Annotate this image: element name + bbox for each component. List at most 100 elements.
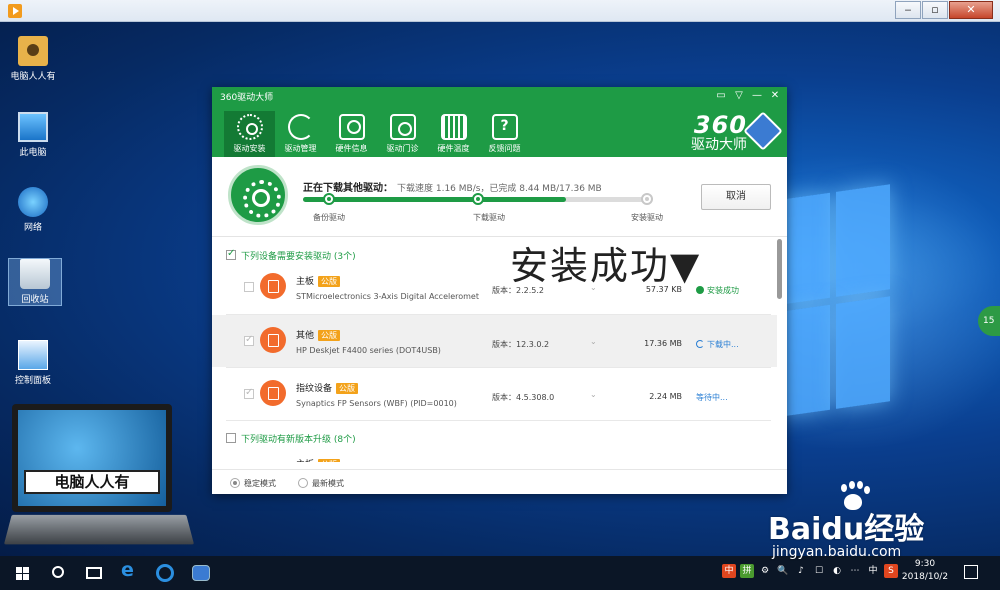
tray-pinyin-icon[interactable]: 拼 xyxy=(740,564,754,578)
driver-row[interactable]: 其他公版 HP Deskjet F4400 series (DOT4USB) 版… xyxy=(212,315,777,367)
loading-spinner-icon xyxy=(696,340,704,348)
progress-fill xyxy=(303,197,566,202)
player-maximize-button[interactable]: ▫ xyxy=(922,1,948,19)
driver-version: 版本：4.5.308.0 xyxy=(492,393,555,402)
tab-feedback[interactable]: 反馈问题 xyxy=(479,111,530,157)
driver-tag: 公版 xyxy=(318,459,341,462)
edge-browser-icon[interactable]: e xyxy=(121,559,141,581)
driver-status: 下载中... xyxy=(696,339,739,350)
tab-driver-manage[interactable]: 驱动管理 xyxy=(275,111,326,157)
driver-status: 等待中... xyxy=(696,393,728,402)
driver-tag: 公版 xyxy=(318,276,341,287)
task-view-icon[interactable] xyxy=(86,567,102,579)
fingerprint-icon xyxy=(260,380,286,406)
radio-dot[interactable] xyxy=(298,478,308,488)
tray-search-icon[interactable]: 🔍 xyxy=(776,564,790,578)
driver-row-partial[interactable]: 主板公版 xyxy=(212,451,777,462)
tab-driver-install[interactable]: 驱动安装 xyxy=(224,111,275,157)
driver-name: HP Deskjet F4400 series (DOT4USB) xyxy=(296,346,441,355)
tray-display-icon[interactable]: ☐ xyxy=(812,564,826,578)
search-icon[interactable] xyxy=(52,566,64,578)
watermark-url: jingyan.baidu.com xyxy=(772,544,902,560)
tab-label: 驱动门诊 xyxy=(386,144,419,153)
driver-master-taskbar-icon[interactable] xyxy=(192,565,210,581)
app-window-controls: ▭ ▽ — ✕ xyxy=(715,90,781,101)
driver-category: 指纹设备 公版 xyxy=(296,381,359,394)
menu-dropdown-icon[interactable]: ▽ xyxy=(733,90,745,101)
chevron-down-icon[interactable]: ⌄ xyxy=(590,337,597,346)
brand-logo: 360 驱动大师 xyxy=(691,111,783,153)
section-upgrades[interactable]: 下列驱动有新版本升级 (8个) xyxy=(226,432,356,445)
radio-dot[interactable] xyxy=(230,478,240,488)
tray-battery-icon[interactable]: ◐ xyxy=(830,564,844,578)
app-title: 360驱动大师 xyxy=(220,93,274,103)
tray-input-icon[interactable]: 中 xyxy=(722,564,736,578)
brand-gear-icon xyxy=(743,111,783,151)
watermark-main: Baidu经验 xyxy=(768,512,925,547)
tray-volume-icon[interactable]: ♪ xyxy=(794,564,808,578)
brand-name: 驱动大师 xyxy=(691,137,747,153)
system-clock[interactable]: 9:30 2018/10/2 xyxy=(895,558,955,584)
thermometer-icon xyxy=(440,114,467,140)
clinic-icon xyxy=(389,114,416,140)
progress-track xyxy=(303,193,653,205)
driver-size: 17.36 MB xyxy=(644,339,682,348)
desktop-icon-control-panel[interactable]: 控制面板 xyxy=(6,340,60,386)
desktop-icon-network[interactable]: 网络 xyxy=(6,187,60,233)
driver-tag: 公版 xyxy=(318,330,341,341)
desktop-icon-user-folder[interactable]: 电脑人人有 xyxy=(6,36,60,82)
chevron-down-icon[interactable]: ⌄ xyxy=(590,390,597,399)
chat-icon[interactable]: ▭ xyxy=(715,90,727,101)
row-checkbox[interactable] xyxy=(244,282,254,292)
start-button[interactable] xyxy=(16,567,30,581)
download-status: 正在下载其他驱动： 下载速度 1.16 MB/s，已完成 8.44 MB/17.3… xyxy=(303,179,602,194)
tab-label: 驱动安装 xyxy=(233,144,266,153)
desktop-icon-this-pc[interactable]: 此电脑 xyxy=(6,112,60,158)
radio-latest-mode[interactable]: 最新模式 xyxy=(298,478,344,489)
tray-language-icon[interactable]: 中 xyxy=(866,564,880,578)
cancel-button[interactable]: 取消 xyxy=(701,184,771,210)
minimize-icon[interactable]: — xyxy=(751,90,763,101)
desktop-icon-recycle-bin[interactable]: 回收站 xyxy=(8,258,62,306)
tray-settings-icon[interactable]: ⚙ xyxy=(758,564,772,578)
app-footer: 稳定模式 最新模式 xyxy=(212,469,787,494)
download-progress-panel: 正在下载其他驱动： 下载速度 1.16 MB/s，已完成 8.44 MB/17.3… xyxy=(212,157,787,237)
tab-driver-clinic[interactable]: 驱动门诊 xyxy=(377,111,428,157)
tab-label: 硬件温度 xyxy=(437,144,470,153)
list-scrollbar[interactable] xyxy=(777,239,782,299)
floating-ball[interactable]: 15 xyxy=(978,306,1000,336)
player-minimize-button[interactable]: ‒ xyxy=(895,1,921,19)
driver-row[interactable]: 指纹设备公版 Synaptics FP Sensors (WBF) (PID=0… xyxy=(212,368,777,420)
main-nav: 驱动安装 驱动管理 硬件信息 驱动门诊 硬件温度 反馈问题 xyxy=(224,111,530,157)
system-tray: 中 拼 ⚙ 🔍 ♪ ☐ ◐ ⋯ 中 S xyxy=(722,564,898,578)
driver-category: 主板公版 xyxy=(296,457,341,462)
clock-time: 9:30 xyxy=(914,559,936,569)
notification-center-icon[interactable] xyxy=(964,565,978,579)
laptop-badge-text: 电脑人人有 xyxy=(24,470,160,494)
row-checkbox[interactable] xyxy=(244,334,254,346)
player-close-button[interactable]: ✕ xyxy=(949,1,993,19)
ie-browser-icon[interactable] xyxy=(156,564,174,582)
tray-overflow-icon[interactable]: ⋯ xyxy=(848,564,862,578)
laptop-logo-overlay: 电脑人人有 xyxy=(3,404,195,550)
gear-icon xyxy=(236,114,263,140)
desktop-icon-label: 网络 xyxy=(23,223,42,233)
driver-tag: 公版 xyxy=(336,383,359,394)
taskbar: e 中 拼 ⚙ 🔍 ♪ ☐ ◐ ⋯ 中 S 9:30 2018/10/2 xyxy=(0,556,1000,590)
tab-hardware-info[interactable]: 硬件信息 xyxy=(326,111,377,157)
radio-stable-mode[interactable]: 稳定模式 xyxy=(230,478,276,489)
section-checkbox[interactable] xyxy=(226,248,236,260)
driver-master-window: 360驱动大师 ▭ ▽ — ✕ 驱动安装 驱动管理 硬件信息 驱动门诊 硬件温度… xyxy=(212,87,787,494)
recycle-bin-icon xyxy=(20,259,50,289)
big-gear-icon xyxy=(228,165,288,225)
player-titlebar: ‒ ▫ ✕ xyxy=(0,0,1000,22)
desktop-icon-label: 回收站 xyxy=(21,295,49,305)
clock-date: 2018/10/2 xyxy=(901,572,949,582)
network-globe-icon xyxy=(18,187,48,217)
wallpaper-windows-logo xyxy=(780,184,890,429)
section-checkbox[interactable] xyxy=(226,433,236,443)
close-icon[interactable]: ✕ xyxy=(769,90,781,101)
section-title: 下列驱动有新版本升级 (8个) xyxy=(241,435,356,445)
row-checkbox[interactable] xyxy=(244,387,254,399)
tab-hardware-temp[interactable]: 硬件温度 xyxy=(428,111,479,157)
